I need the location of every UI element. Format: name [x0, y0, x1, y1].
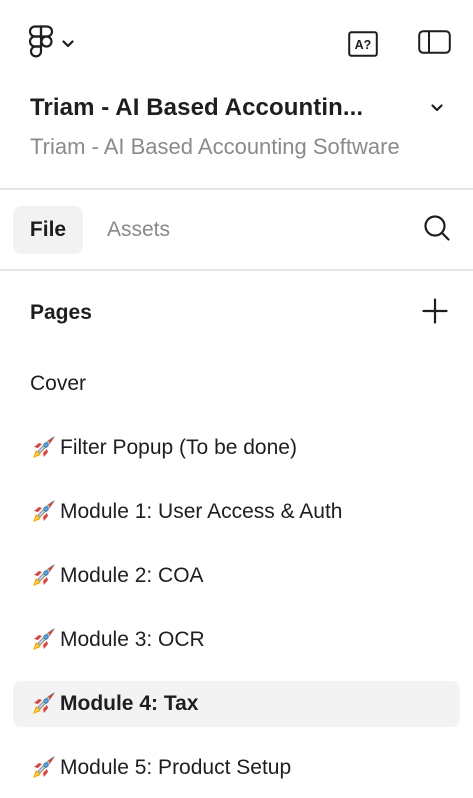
- file-title: Triam - AI Based Accountin...: [30, 94, 364, 121]
- font-check-button[interactable]: A?: [348, 31, 378, 57]
- rocket-icon: [30, 435, 56, 461]
- rocket-icon: [30, 563, 56, 589]
- font-check-label: A?: [355, 38, 372, 52]
- chevron-down-icon: [62, 35, 74, 53]
- page-item[interactable]: Module 2: COA: [13, 544, 460, 608]
- page-list: Cover Filter Popup (To be done) Module 1: …: [13, 352, 460, 798]
- add-page-button[interactable]: [421, 297, 449, 329]
- sidebar-panel-icon: [418, 29, 451, 59]
- tab-file[interactable]: File: [13, 206, 83, 254]
- main-menu-button[interactable]: [28, 24, 94, 64]
- page-item[interactable]: Module 1: User Access & Auth: [13, 480, 460, 544]
- pages-header: Pages: [30, 295, 449, 331]
- page-item[interactable]: Module 5: Product Setup: [13, 736, 460, 798]
- rocket-icon: [30, 499, 56, 525]
- plus-icon: [422, 297, 448, 329]
- page-item[interactable]: Filter Popup (To be done): [13, 416, 460, 480]
- pages-title: Pages: [30, 301, 92, 324]
- top-toolbar: A?: [22, 24, 451, 64]
- rocket-icon: [30, 755, 56, 781]
- tab-assets[interactable]: Assets: [107, 206, 170, 254]
- page-item-label: Module 3: OCR: [60, 628, 205, 651]
- page-item-label: Cover: [30, 372, 87, 395]
- divider: [0, 188, 473, 190]
- toggle-sidebar-button[interactable]: [418, 29, 451, 59]
- rocket-icon: [30, 691, 56, 717]
- layers-panel: A? Triam - AI Based Accountin... Triam -…: [0, 0, 473, 798]
- file-name-dropdown[interactable]: Triam - AI Based Accountin...: [30, 90, 443, 126]
- figma-logo-icon: [28, 24, 54, 64]
- file-subtitle: Triam - AI Based Accounting Software: [30, 134, 400, 159]
- page-item-label: Filter Popup (To be done): [60, 436, 297, 459]
- search-button[interactable]: [423, 214, 451, 247]
- rocket-icon: [30, 627, 56, 653]
- page-item-label: Module 2: COA: [60, 564, 204, 587]
- page-item[interactable]: Module 3: OCR: [13, 608, 460, 672]
- panel-tabs: File Assets: [13, 206, 451, 254]
- page-item-label: Module 5: Product Setup: [60, 756, 292, 779]
- divider: [0, 269, 473, 271]
- page-item-label: Module 4: Tax: [60, 692, 199, 715]
- chevron-down-icon: [431, 99, 443, 117]
- page-item[interactable]: Module 4: Tax: [13, 681, 460, 727]
- page-item[interactable]: Cover: [13, 352, 460, 416]
- search-icon: [423, 214, 451, 247]
- page-item-label: Module 1: User Access & Auth: [60, 500, 343, 523]
